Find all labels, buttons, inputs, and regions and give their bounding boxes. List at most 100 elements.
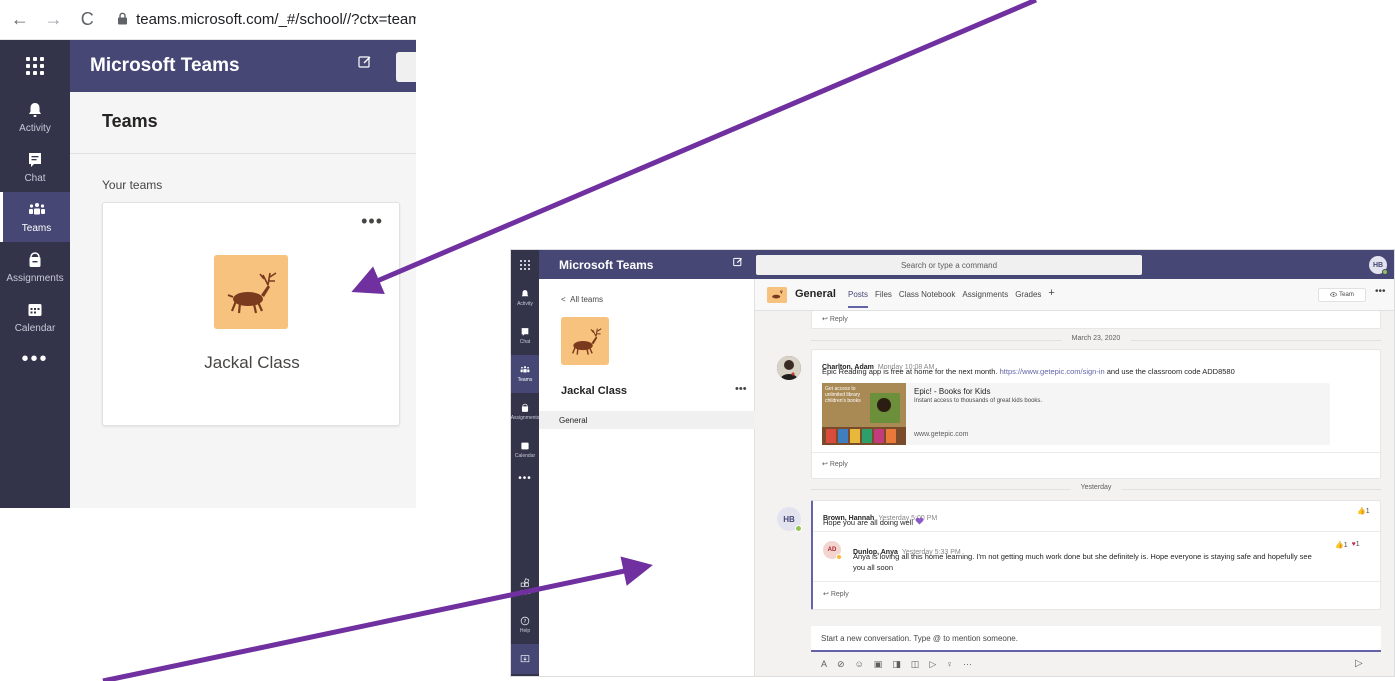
app-launcher-icon[interactable] — [0, 40, 70, 92]
calendar-icon — [521, 442, 529, 450]
search-input[interactable] — [396, 52, 416, 82]
calendar-icon — [28, 303, 42, 316]
url-text: teams.microsoft.com/_#/school//?ctx=team — [136, 11, 416, 28]
browser-toolbar: ← → C teams.microsoft.com/_#/school//?ct… — [0, 0, 416, 40]
purple-heart-icon — [915, 517, 924, 527]
channel-main: General Posts Files Class Notebook Assig… — [755, 279, 1394, 676]
teams-screenshot-channel: Microsoft Teams Search or type a command… — [510, 249, 1395, 677]
tab-class-notebook[interactable]: Class Notebook — [899, 290, 955, 299]
reply-message: Anya is loving all this home learning. I… — [853, 552, 1312, 572]
teams-header: Teams — [70, 92, 416, 154]
reaction-like[interactable]: 👍1 — [1357, 507, 1370, 515]
format-icon[interactable]: A — [821, 659, 827, 670]
channel-tabs: Posts Files Class Notebook Assignments G… — [848, 287, 1055, 308]
more-apps-button[interactable]: ••• — [511, 473, 539, 484]
rail-item-teams[interactable]: Teams — [511, 355, 539, 393]
reply-button[interactable]: ↩ Reply — [822, 315, 848, 323]
presence-available-icon — [1382, 269, 1388, 275]
arrow-right-icon[interactable]: → — [44, 9, 64, 30]
channel-item-general[interactable]: General — [539, 411, 755, 429]
stream-icon[interactable]: ▷ — [929, 659, 936, 670]
tab-assignments[interactable]: Assignments — [962, 290, 1008, 299]
teams-main: Teams Your teams ••• Jackal Class — [70, 92, 416, 508]
channel-list-pane: < All teams Jackal Class ••• General — [539, 279, 755, 676]
rail-item-calendar[interactable]: Calendar — [511, 431, 539, 469]
team-card-more-button[interactable]: ••• — [361, 211, 383, 232]
meet-icon[interactable]: ◫ — [911, 659, 920, 670]
channel-more-button[interactable]: ••• — [1375, 286, 1386, 297]
page-title: Teams — [102, 111, 158, 131]
teams-screenshot-small: ← → C teams.microsoft.com/_#/school//?ct… — [0, 0, 416, 508]
presence-away-icon — [836, 554, 842, 560]
date-separator: March 23, 2020 — [811, 335, 1381, 345]
team-card[interactable]: ••• Jackal Class — [102, 202, 400, 426]
rail-item-activity[interactable]: Activity — [511, 279, 539, 317]
reload-icon[interactable]: C — [77, 9, 97, 30]
send-icon[interactable]: ▷ — [1355, 658, 1363, 669]
avatar[interactable]: AD — [823, 541, 842, 560]
tab-files[interactable]: Files — [875, 290, 892, 299]
compose-icon[interactable] — [733, 257, 743, 270]
presence-available-icon — [795, 525, 802, 532]
rail-item-assignments[interactable]: Assignments — [0, 242, 70, 292]
teams-icon — [28, 202, 45, 214]
chat-icon — [521, 328, 529, 336]
compose-toolbar: A ⊘ ☺ ▣ ◨ ◫ ▷ ♀ ··· — [821, 659, 972, 670]
address-bar[interactable]: teams.microsoft.com/_#/school//?ctx=team — [117, 11, 416, 28]
rail-item-teams[interactable]: Teams — [0, 192, 70, 242]
deer-team-avatar-icon — [767, 287, 787, 303]
app-header: Microsoft Teams — [0, 40, 416, 92]
post-message: Epic Reading app is free at home for the… — [822, 367, 1235, 376]
gif-icon[interactable]: ▣ — [874, 659, 883, 670]
assignments-icon — [521, 403, 529, 412]
sticker-icon[interactable]: ◨ — [892, 659, 901, 670]
chat-icon — [29, 152, 41, 167]
app-launcher-icon[interactable] — [511, 250, 539, 279]
download-app-icon[interactable] — [511, 644, 539, 674]
emoji-icon[interactable]: ☺ — [855, 659, 864, 670]
app-title: Microsoft Teams — [90, 55, 240, 76]
app-rail: Activity Chat Teams Assignments Calendar… — [511, 279, 539, 676]
more-icon[interactable]: ··· — [963, 659, 972, 670]
thumbs-up-icon: 👍 — [1357, 508, 1366, 515]
avatar[interactable] — [777, 356, 801, 380]
deer-team-avatar-icon — [214, 255, 288, 329]
new-conversation-input[interactable]: Start a new conversation. Type @ to ment… — [811, 626, 1381, 652]
rail-item-help[interactable]: ? Help — [511, 606, 539, 644]
team-name: Jackal Class — [561, 385, 628, 397]
team-more-button[interactable]: ••• — [735, 383, 747, 395]
app-header: Microsoft Teams Search or type a command… — [511, 250, 1394, 279]
avatar[interactable]: HB — [777, 507, 802, 532]
reply-button[interactable]: ↩ Reply — [823, 590, 849, 598]
reply-button[interactable]: ↩ Reply — [822, 460, 848, 468]
all-teams-link[interactable]: < All teams — [561, 295, 603, 304]
compose-icon[interactable] — [358, 55, 372, 74]
post-link[interactable]: https://www.getepic.com/sign-in — [1000, 367, 1105, 376]
rail-item-apps[interactable]: Apps — [511, 568, 539, 606]
avatar[interactable]: HB — [1369, 256, 1388, 275]
app-title: Microsoft Teams — [559, 258, 654, 272]
previous-post-card: ↩ Reply — [811, 311, 1381, 329]
rail-item-activity[interactable]: Activity — [0, 92, 70, 142]
post-message: Hope you are all doing well — [823, 517, 924, 528]
rail-item-assignments[interactable]: Assignments — [511, 393, 539, 431]
tab-grades[interactable]: Grades — [1015, 290, 1041, 299]
rail-item-chat[interactable]: Chat — [0, 142, 70, 192]
arrow-to-team-card — [351, 0, 1037, 294]
praise-icon[interactable]: ♀ — [946, 659, 953, 670]
arrow-left-icon[interactable]: ← — [10, 9, 30, 30]
assignments-icon — [29, 251, 41, 267]
add-tab-button[interactable]: + — [1048, 287, 1054, 299]
link-preview-card[interactable]: Get access to unlimited library children… — [822, 383, 1330, 445]
lock-icon — [117, 12, 128, 28]
more-apps-button[interactable]: ••• — [0, 348, 70, 371]
rail-item-calendar[interactable]: Calendar — [0, 292, 70, 342]
reply-reactions[interactable]: 👍1 ♥1 — [1335, 541, 1360, 549]
search-input[interactable]: Search or type a command — [756, 255, 1142, 275]
rail-item-chat[interactable]: Chat — [511, 317, 539, 355]
tab-posts[interactable]: Posts — [848, 290, 869, 308]
attach-icon[interactable]: ⊘ — [837, 659, 845, 670]
deer-team-avatar-icon — [561, 317, 609, 365]
team-info-button[interactable]: Team — [1318, 288, 1366, 302]
thumbs-up-icon: 👍 — [1335, 542, 1344, 549]
